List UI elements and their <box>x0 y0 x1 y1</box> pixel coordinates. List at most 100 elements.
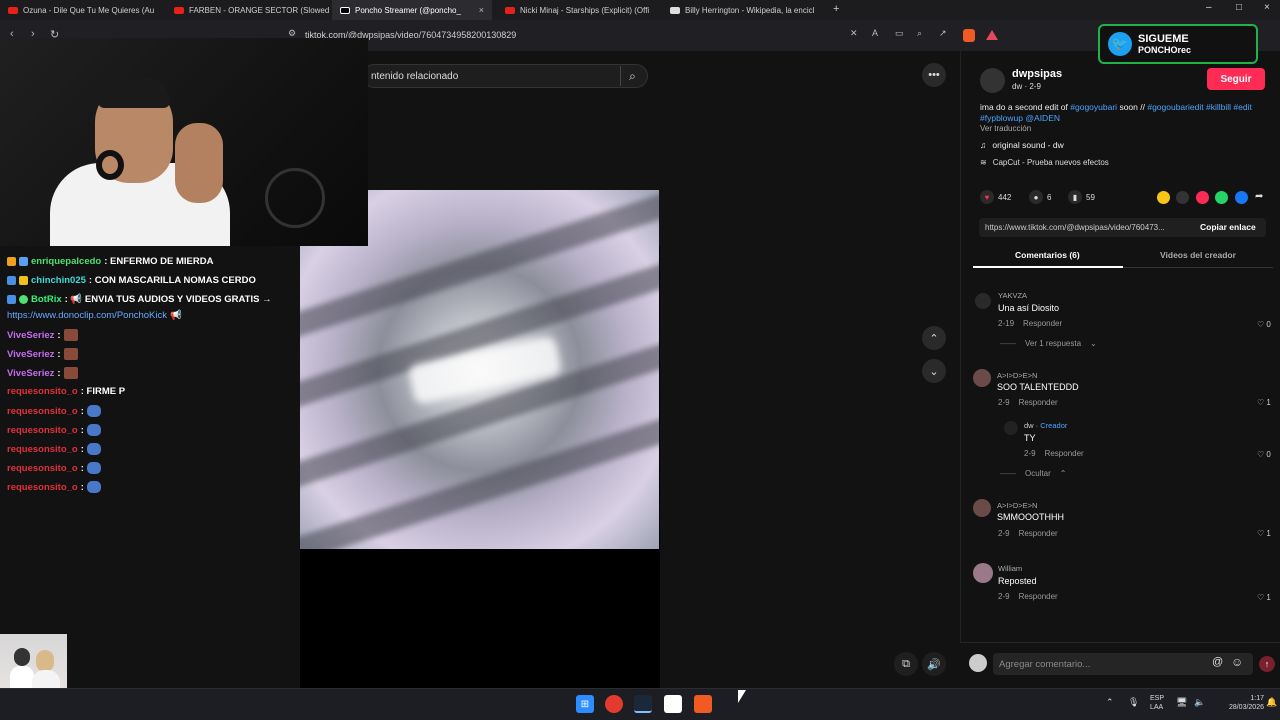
cast-icon[interactable]: ▭ <box>895 28 904 39</box>
user-avatar[interactable] <box>969 654 987 672</box>
reply-button[interactable]: Responder <box>1019 398 1058 407</box>
hashtag-link[interactable]: #gogoyubari <box>1070 102 1117 112</box>
brave-rewards-icon[interactable] <box>986 30 998 40</box>
miniplayer-button[interactable]: ⧉ <box>894 652 918 676</box>
reply-button[interactable]: Responder <box>1019 592 1058 601</box>
effect-link[interactable]: ≋ CapCut - Prueba nuevos efectos <box>980 158 1109 167</box>
comment-like-button[interactable]: ♡ 0 <box>1257 450 1271 459</box>
comment-avatar[interactable] <box>973 369 991 387</box>
windows-start-icon[interactable]: ⊞ <box>576 695 594 713</box>
translate-link[interactable]: Ver traducción <box>980 124 1031 133</box>
comment-text: Una así Diosito <box>998 303 1060 313</box>
comment-like-button[interactable]: ♡ 1 <box>1257 398 1271 407</box>
reply-button[interactable]: Responder <box>1019 529 1058 538</box>
zoom-icon[interactable]: ⌕ <box>917 28 922 39</box>
comment-avatar[interactable] <box>975 293 991 309</box>
hashtag-link[interactable]: #fypblowup <box>980 113 1023 123</box>
comment-author[interactable]: A>I>D>E>N <box>997 371 1037 380</box>
heart-icon: ♥ <box>980 190 994 204</box>
next-video-button[interactable]: ⌄ <box>922 359 946 383</box>
share-coin-icon[interactable] <box>1157 191 1170 204</box>
emoji-button[interactable]: ☺ <box>1231 655 1243 669</box>
author-username[interactable]: dwpsipas <box>1012 68 1062 80</box>
chat-badge-icon <box>19 295 28 304</box>
comment-author[interactable]: YAKVZA <box>998 291 1027 300</box>
chat-message: chinchin025: CON MASCARILLA NOMAS CERDO <box>7 275 256 286</box>
save-stat[interactable]: ▮ 59 <box>1068 190 1095 204</box>
tab-ozuna[interactable]: Ozuna - Dile Que Tu Me Quieres (Au <box>0 0 165 20</box>
translate-icon[interactable]: A <box>872 28 878 38</box>
tab-billy-herrington[interactable]: Billy Herrington - Wikipedia, la encicl <box>662 0 827 20</box>
tray-chevron-icon[interactable]: ⌃ <box>1106 697 1114 708</box>
send-comment-button[interactable]: ↑ <box>1259 656 1275 672</box>
search-icon[interactable]: ⌕ <box>620 66 644 86</box>
copy-link-button[interactable]: Copiar enlace <box>1200 222 1256 232</box>
comment-like-button[interactable]: ♡ 1 <box>1257 529 1271 538</box>
like-stat[interactable]: ♥ 442 <box>980 190 1011 204</box>
mute-site-icon[interactable]: ✕ <box>850 28 858 39</box>
twitter-follow-banner: 🐦 SIGUEME PONCHOrec <box>1098 24 1258 64</box>
chat-link[interactable]: https://www.donoclip.com/PonchoKick 📢 <box>7 310 182 321</box>
reply-divider: —— <box>1000 469 1016 478</box>
share-arrow-icon[interactable]: ➦ <box>1255 191 1263 202</box>
chat-message: ViveSeriez: <box>7 348 78 360</box>
brave-shields-icon[interactable] <box>963 29 975 42</box>
view-replies-button[interactable]: —— Ver 1 respuesta ⌄ <box>1000 339 1097 348</box>
comment-meta: 2-9 Responder <box>998 529 1058 538</box>
notifications-icon[interactable]: 🔔 <box>1266 697 1277 708</box>
reply-button[interactable]: Responder <box>1023 319 1062 328</box>
whatsapp-icon[interactable] <box>1215 191 1228 204</box>
volume-tray-icon[interactable]: 🔈 <box>1194 697 1205 708</box>
minimize-button[interactable]: – <box>1206 2 1212 13</box>
chrome-icon[interactable] <box>605 695 623 713</box>
language-indicator[interactable]: ESP LAA <box>1150 694 1164 712</box>
maximize-button[interactable]: □ <box>1236 2 1242 13</box>
tab-nicki-minaj[interactable]: Nicki Minaj - Starships (Explicit) (Offi <box>497 0 662 20</box>
brave-taskbar-icon[interactable] <box>694 695 712 713</box>
microphone-icon[interactable]: 🎙 <box>1128 697 1139 708</box>
steam-icon[interactable] <box>634 695 652 713</box>
author-avatar[interactable] <box>980 68 1005 93</box>
headset-icon <box>96 150 124 180</box>
volume-button[interactable]: 🔊 <box>922 652 946 676</box>
search-input[interactable]: ntenido relacionado <box>362 64 648 88</box>
tab-comments[interactable]: Comentarios (6) <box>1015 250 1080 260</box>
previous-video-button[interactable]: ⌃ <box>922 326 946 350</box>
hashtag-link[interactable]: #edit <box>1233 102 1251 112</box>
chat-message: enriquepalcedo: ENFERMO DE MIERDA <box>7 256 213 267</box>
mention-link[interactable]: @AIDEN <box>1025 113 1060 123</box>
hashtag-link[interactable]: #gogoubariedit <box>1147 102 1203 112</box>
comment-meta: 2-9 Responder <box>998 592 1058 601</box>
repost-icon[interactable] <box>1196 191 1209 204</box>
chat-message: requesonsito_o: <box>7 481 101 493</box>
share-page-icon[interactable]: ↗ <box>939 28 947 39</box>
clock[interactable]: 1:17 28/03/2026 <box>1214 694 1264 712</box>
follow-button[interactable]: Seguir <box>1207 68 1265 90</box>
comment-avatar[interactable] <box>973 563 993 583</box>
network-icon[interactable]: 🖥 <box>1176 697 1187 708</box>
comment-author[interactable]: A>I>D>E>N <box>997 501 1037 510</box>
chat-message: requesonsito_o: <box>7 443 101 455</box>
comment-author[interactable]: William <box>998 564 1022 573</box>
hide-replies-button[interactable]: —— Ocultar ⌃ <box>1000 469 1067 478</box>
comment-stat[interactable]: ● 6 <box>1029 190 1051 204</box>
hashtag-link[interactable]: #killbill <box>1206 102 1231 112</box>
tab-close-button[interactable]: × <box>479 5 484 15</box>
more-options-button[interactable]: ••• <box>922 63 946 87</box>
sound-link[interactable]: ♫ original sound - dw <box>980 140 1064 150</box>
embed-icon[interactable] <box>1176 191 1189 204</box>
mention-button[interactable]: @ <box>1212 656 1223 668</box>
reply-author[interactable]: dw · Creador <box>1024 421 1067 430</box>
tab-creator-videos[interactable]: Videos del creador <box>1160 250 1236 260</box>
new-tab-button[interactable]: + <box>833 3 839 15</box>
comment-like-button[interactable]: ♡ 0 <box>1257 320 1271 329</box>
comment-avatar[interactable] <box>973 499 991 517</box>
tab-poncho-streamer[interactable]: Poncho Streamer (@poncho_ × <box>332 0 492 20</box>
comment-like-button[interactable]: ♡ 1 <box>1257 593 1271 602</box>
close-window-button[interactable]: × <box>1264 2 1270 13</box>
tab-farben[interactable]: FARBEN - ORANGE SECTOR (Slowed <box>166 0 331 20</box>
reply-button[interactable]: Responder <box>1045 449 1084 458</box>
facebook-icon[interactable] <box>1235 191 1248 204</box>
notepad-icon[interactable] <box>664 695 682 713</box>
reply-avatar[interactable] <box>1004 421 1018 435</box>
